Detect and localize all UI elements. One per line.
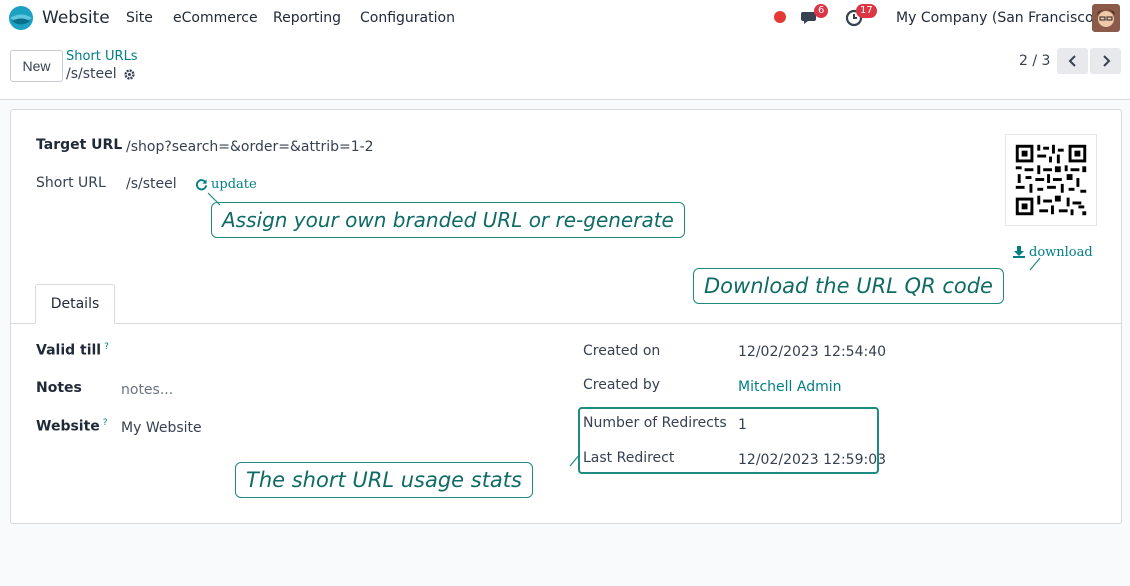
usage-stats-highlight (578, 407, 879, 474)
valid-till-label: Valid till? (36, 342, 109, 359)
callout-pointer-icon (1029, 257, 1041, 271)
target-url-field[interactable]: /shop?search=&order=&attrib=1-2 (126, 139, 374, 155)
menu-reporting[interactable]: Reporting (273, 10, 341, 26)
pager-value[interactable]: 2 / 3 (1019, 53, 1050, 69)
pager-next-button[interactable] (1090, 48, 1121, 74)
activities-badge: 17 (856, 4, 877, 18)
menu-site[interactable]: Site (126, 10, 153, 26)
short-url-value: /s/steel (126, 176, 177, 192)
notes-label: Notes (36, 380, 82, 396)
control-panel: New Short URLs /s/steel 2 / 3 (0, 36, 1130, 100)
breadcrumb-current: /s/steel (66, 66, 117, 82)
target-url-label: Target URL (36, 137, 123, 153)
tabs-divider (11, 323, 1121, 324)
breadcrumb-parent[interactable]: Short URLs (66, 49, 138, 64)
menu-ecommerce[interactable]: eCommerce (173, 10, 258, 26)
messages-badge: 6 (814, 4, 829, 18)
pager-previous-button[interactable] (1057, 48, 1088, 74)
form-sheet: Target URL /shop?search=&order=&attrib=1… (10, 109, 1122, 524)
status-dot-icon[interactable] (774, 11, 786, 23)
top-navbar: Website Site eCommerce Reporting Configu… (0, 0, 1130, 36)
app-name[interactable]: Website (42, 8, 110, 28)
created-on-value: 12/02/2023 12:54:40 (738, 344, 887, 360)
tab-details[interactable]: Details (35, 284, 115, 324)
company-switcher[interactable]: My Company (San Francisco) (896, 10, 1099, 26)
new-button[interactable]: New (10, 50, 63, 82)
callout-pointer-icon (569, 453, 581, 467)
gear-icon[interactable] (123, 68, 136, 81)
callout-usage-stats: The short URL usage stats (235, 462, 533, 498)
callout-qr-download: Download the URL QR code (693, 268, 1004, 304)
help-icon[interactable]: ? (104, 342, 109, 352)
chevron-left-icon (1068, 55, 1076, 67)
update-link[interactable]: update (211, 177, 257, 192)
download-icon[interactable] (1013, 245, 1025, 258)
website-label: Website? (36, 418, 108, 435)
help-icon[interactable]: ? (103, 418, 108, 428)
created-by-link[interactable]: Mitchell Admin (738, 379, 842, 395)
created-by-label: Created by (583, 377, 661, 393)
website-field[interactable]: My Website (121, 420, 202, 436)
callout-pointer-icon (207, 192, 221, 206)
menu-configuration[interactable]: Configuration (360, 10, 455, 26)
notes-field[interactable]: notes... (121, 382, 173, 398)
chevron-right-icon (1102, 55, 1110, 67)
callout-branded-url: Assign your own branded URL or re-genera… (211, 202, 685, 238)
refresh-icon[interactable] (195, 178, 208, 191)
short-url-label: Short URL (36, 175, 106, 191)
created-on-label: Created on (583, 343, 661, 359)
user-avatar[interactable] (1092, 4, 1120, 32)
website-app-icon[interactable] (8, 5, 34, 31)
qr-code-image (1005, 134, 1097, 226)
